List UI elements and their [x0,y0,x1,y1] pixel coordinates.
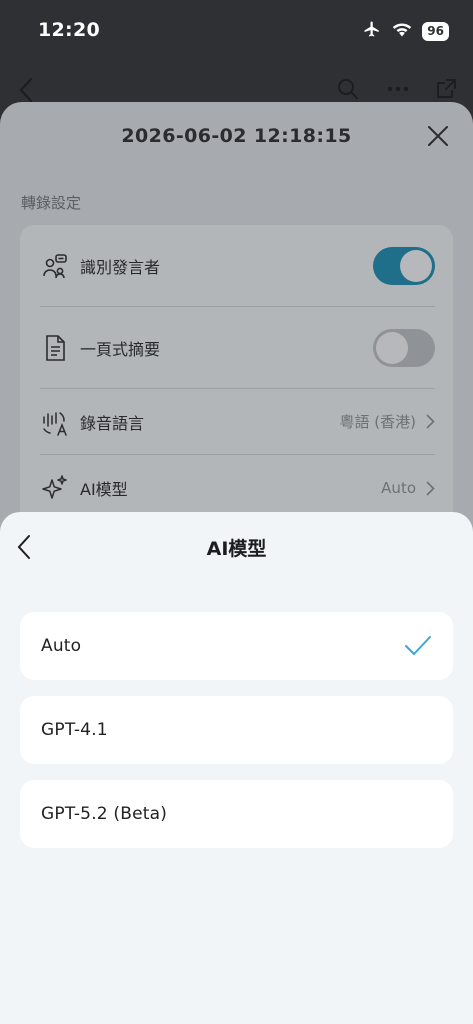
settings-row-recording-language[interactable]: 錄音語言 粵語 (香港) [40,389,435,455]
chevron-right-icon [426,414,435,429]
status-icons: 96 [362,20,449,42]
settings-row-value: Auto [381,479,435,497]
one-page-summary-toggle[interactable] [373,328,435,367]
sparkle-icon [40,473,70,503]
option-label: GPT-4.1 [41,720,108,740]
document-icon [40,333,70,363]
settings-title: 2026-06-02 12:18:15 [121,125,352,147]
battery-indicator: 96 [422,21,449,41]
status-time: 12:20 [38,19,100,41]
settings-row-label: 一頁式摘要 [80,339,161,359]
status-bar: 12:20 96 [0,0,473,62]
sheet-title: AI模型 [206,538,267,560]
wifi-icon [392,21,412,41]
recording-language-value: 粵語 (香港) [339,413,416,431]
toggle-knob [376,331,408,364]
airplane-icon [362,20,382,42]
toggle-knob [400,249,432,282]
close-icon[interactable] [426,124,450,148]
checkmark-icon [404,635,432,657]
settings-row-speaker-identification[interactable]: 識別發言者 [40,225,435,307]
option-label: Auto [41,636,82,656]
chevron-right-icon [426,481,435,495]
ai-model-value: Auto [381,479,416,497]
settings-card: 識別發言者 一頁式摘要 錄音語言 粵語 (香港) AI模型 Auto [20,225,453,545]
speaker-identify-icon [40,251,70,281]
settings-row-label: AI模型 [80,480,128,499]
more-icon[interactable] [386,77,410,105]
model-option-gpt-4-1[interactable]: GPT-4.1 [20,696,453,764]
share-icon[interactable] [434,77,458,105]
model-option-gpt-5-2-beta[interactable]: GPT-5.2 (Beta) [20,780,453,848]
settings-row-label: 識別發言者 [80,257,161,277]
speaker-identification-toggle[interactable] [373,246,435,285]
search-icon[interactable] [336,77,360,105]
settings-row-one-page-summary[interactable]: 一頁式摘要 [40,307,435,389]
settings-row-value: 粵語 (香港) [340,411,435,432]
settings-row-label: 錄音語言 [80,413,145,433]
language-icon [40,407,70,437]
option-label: GPT-5.2 (Beta) [41,804,168,824]
model-option-auto[interactable]: Auto [20,612,453,680]
ai-model-sheet: AI模型 Auto GPT-4.1 GPT-5.2 (Beta) [0,512,473,1024]
section-label: 轉錄設定 [21,194,82,212]
